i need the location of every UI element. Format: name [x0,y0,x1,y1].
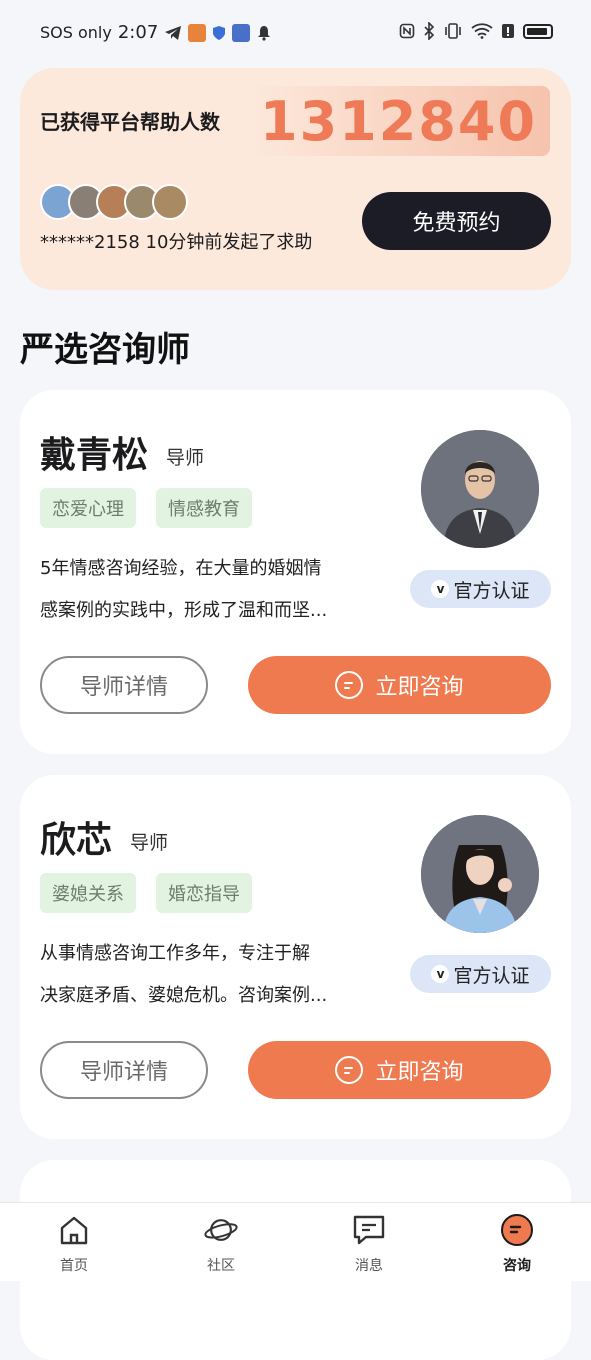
counselor-detail-button[interactable]: 导师详情 [40,656,208,714]
app-notification-icon [188,23,207,42]
consult-now-button[interactable]: 立即咨询 [248,1041,551,1099]
nav-label-home: 首页 [60,1258,88,1274]
verified-icon: v [431,580,450,598]
tag-list: 恋爱心理 情感教育 [40,488,252,528]
avatar [152,184,188,220]
consult-now-button[interactable]: 立即咨询 [248,656,551,714]
counselor-portrait-image [421,815,539,933]
counselor-card[interactable]: 欣芯 导师 婆媳关系 婚恋指导 从事情感咨询工作多年，专注于解 决家庭矛盾、婆媳… [20,775,571,1139]
counselor-name: 欣芯 [40,820,113,861]
counselor-role: 导师 [166,447,205,469]
nav-item-consult[interactable]: 咨询 [472,1213,562,1275]
bell-icon [258,25,271,41]
section-title: 严选咨询师 [20,330,190,370]
official-certification-badge: v 官方认证 [410,570,551,608]
nav-item-home[interactable]: 首页 [29,1213,119,1275]
specialty-tag: 婆媳关系 [40,873,136,913]
description-line: 从事情感咨询工作多年，专注于解 [40,943,310,964]
vibrate-icon [445,23,461,39]
help-count-label: 已获得平台帮助人数 [40,110,220,134]
certification-label: 官方认证 [453,579,530,602]
nfc-icon [399,23,415,39]
tag-list: 婆媳关系 婚恋指导 [40,873,252,913]
status-bar: SOS only 2:07 [0,0,591,66]
nav-label-community: 社区 [207,1258,235,1274]
recent-user-avatars [40,184,188,220]
home-icon [57,1213,91,1247]
help-count-box: 1312840 [242,86,550,156]
counselor-description: 5年情感咨询经验，在大量的婚姻情 感案例的实践中，形成了温和而坚... [40,548,390,632]
nav-label-messages: 消息 [355,1258,383,1274]
consult-now-label: 立即咨询 [375,1060,464,1085]
chat-icon [335,671,364,699]
nav-label-consult: 咨询 [503,1258,531,1274]
verified-icon: v [431,965,450,983]
status-left: SOS only 2:07 [40,22,272,43]
nav-item-community[interactable]: 社区 [176,1213,266,1275]
recent-help-notice: ******2158 10分钟前发起了求助 [40,232,313,253]
telegram-icon [165,25,182,40]
planet-icon [204,1213,238,1247]
specialty-tag: 情感教育 [156,488,252,528]
counselor-description: 从事情感咨询工作多年，专注于解 决家庭矛盾、婆媳危机。咨询案例... [40,933,390,1017]
description-line: 感案例的实践中，形成了温和而坚... [40,600,328,621]
clock-time: 2:07 [117,22,159,43]
official-certification-badge: v 官方认证 [410,955,551,993]
carrier-text: SOS only [40,23,112,42]
consult-icon [500,1213,534,1247]
counselor-detail-button[interactable]: 导师详情 [40,1041,208,1099]
description-line: 5年情感咨询经验，在大量的婚姻情 [40,558,322,579]
description-line: 决家庭矛盾、婆媳危机。咨询案例... [40,985,328,1006]
counselor-card[interactable]: 戴青松 导师 恋爱心理 情感教育 5年情感咨询经验，在大量的婚姻情 感案例的实践… [20,390,571,754]
message-icon [352,1213,386,1247]
qr-app-icon [232,23,251,42]
counselor-role: 导师 [130,832,169,854]
battery-icon [523,23,553,39]
specialty-tag: 婚恋指导 [156,873,252,913]
certification-label: 官方认证 [453,964,530,987]
alert-icon [502,24,514,38]
counselor-portrait-image [421,430,539,548]
counselor-photo[interactable] [421,430,539,548]
nav-item-messages[interactable]: 消息 [324,1213,414,1275]
help-stats-banner: 已获得平台帮助人数 1312840 ******2158 10分钟前发起了求助 … [20,68,571,290]
wifi-icon [471,23,493,39]
consult-now-label: 立即咨询 [375,675,464,700]
bluetooth-icon [424,22,435,40]
help-count-number: 1312840 [260,90,538,153]
counselor-name: 戴青松 [40,435,149,476]
shield-icon [213,25,226,40]
counselor-photo[interactable] [421,815,539,933]
free-booking-button[interactable]: 免费预约 [362,192,551,250]
bottom-navigation: 首页 社区 消息 咨询 [0,1202,591,1281]
specialty-tag: 恋爱心理 [40,488,136,528]
status-right [399,22,553,40]
chat-icon [335,1056,364,1084]
